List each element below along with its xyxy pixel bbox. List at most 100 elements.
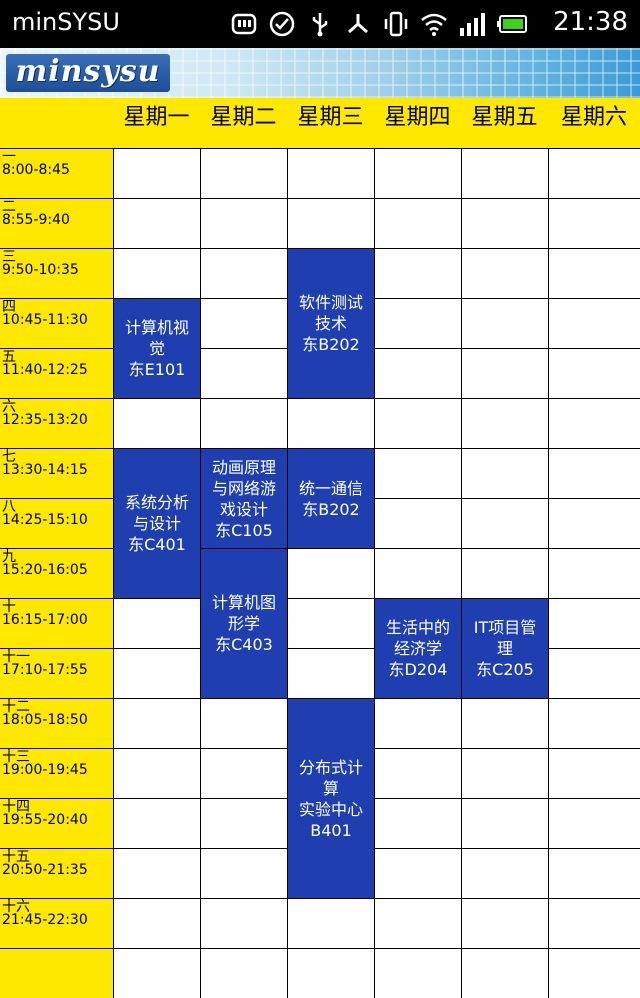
schedule-cell[interactable] (374, 248, 461, 298)
message-icon (231, 13, 257, 35)
schedule-cell[interactable] (461, 848, 548, 898)
schedule-cell[interactable] (113, 898, 200, 948)
schedule-cell[interactable] (461, 148, 548, 198)
schedule-cell[interactable] (461, 548, 548, 598)
schedule-cell[interactable] (548, 798, 640, 848)
schedule-cell[interactable] (374, 948, 461, 998)
schedule-cell[interactable] (461, 398, 548, 448)
schedule-cell[interactable] (287, 548, 374, 598)
schedule-cell[interactable] (200, 298, 287, 348)
schedule-cell[interactable] (113, 748, 200, 798)
schedule-cell[interactable] (461, 448, 548, 498)
schedule-cell[interactable] (287, 948, 374, 998)
schedule-cell[interactable] (374, 748, 461, 798)
schedule-cell[interactable] (113, 848, 200, 898)
schedule-cell[interactable] (113, 598, 200, 648)
period-time: 12:35-13:20 (2, 412, 88, 428)
schedule-cell[interactable] (548, 448, 640, 498)
schedule-cell[interactable] (200, 698, 287, 748)
schedule-cell[interactable] (548, 348, 640, 398)
day-header-6: 星期六 (548, 98, 640, 148)
schedule-cell[interactable] (200, 198, 287, 248)
schedule-cell[interactable] (548, 298, 640, 348)
course-block[interactable]: 生活中的 经济学 东D204 (374, 598, 461, 698)
schedule-cell[interactable] (200, 848, 287, 898)
schedule-cell[interactable] (374, 498, 461, 548)
schedule-cell[interactable] (461, 798, 548, 848)
course-block[interactable]: 统一通信 东B202 (287, 448, 374, 548)
period-time: 14:25-15:10 (2, 512, 88, 528)
schedule-cell[interactable] (461, 498, 548, 548)
schedule-cell[interactable] (548, 398, 640, 448)
schedule-cell[interactable] (200, 948, 287, 998)
schedule-cell[interactable] (374, 398, 461, 448)
schedule-cell[interactable] (200, 348, 287, 398)
schedule-cell[interactable] (113, 948, 200, 998)
schedule-cell[interactable] (461, 348, 548, 398)
course-block[interactable]: 系统分析 与设计 东C401 (113, 448, 200, 598)
schedule-cell[interactable] (461, 198, 548, 248)
course-block[interactable]: 动画原理 与网络游 戏设计 东C105 (200, 448, 287, 548)
schedule-cell[interactable] (200, 898, 287, 948)
schedule-cell[interactable] (548, 248, 640, 298)
schedule-cell[interactable] (287, 598, 374, 648)
schedule-cell[interactable] (113, 148, 200, 198)
schedule-cell[interactable] (113, 248, 200, 298)
schedule-cell[interactable] (200, 748, 287, 798)
period-time: 21:45-22:30 (2, 912, 88, 928)
schedule-cell[interactable] (374, 148, 461, 198)
schedule-cell[interactable] (548, 648, 640, 698)
schedule-cell[interactable] (374, 548, 461, 598)
period-label: 十一 17:10-17:55 (0, 648, 113, 698)
schedule-cell[interactable] (461, 298, 548, 348)
schedule-cell[interactable] (374, 298, 461, 348)
period-label: 二 8:55-9:40 (0, 198, 113, 248)
schedule-cell[interactable] (374, 348, 461, 398)
schedule-cell[interactable] (548, 498, 640, 548)
schedule-cell[interactable] (287, 198, 374, 248)
schedule-cell[interactable] (113, 398, 200, 448)
schedule-cell[interactable] (113, 198, 200, 248)
schedule-cell[interactable] (287, 898, 374, 948)
course-block[interactable]: 分布式计算实验中心 B401 (287, 698, 374, 898)
schedule-cell[interactable] (461, 748, 548, 798)
schedule-cell[interactable] (113, 798, 200, 848)
schedule-cell[interactable] (548, 598, 640, 648)
schedule-cell[interactable] (548, 948, 640, 998)
course-line: 生活中的 (385, 618, 450, 637)
schedule-cell[interactable] (374, 698, 461, 748)
schedule-cell[interactable] (200, 398, 287, 448)
period-label-partial (0, 948, 113, 998)
schedule-cell[interactable] (200, 798, 287, 848)
schedule-cell[interactable] (548, 698, 640, 748)
schedule-cell[interactable] (461, 898, 548, 948)
schedule-cell[interactable] (461, 948, 548, 998)
schedule-cell[interactable] (374, 898, 461, 948)
schedule-cell[interactable] (374, 448, 461, 498)
schedule-cell[interactable] (548, 548, 640, 598)
schedule-cell[interactable] (461, 698, 548, 748)
period-time: 13:30-14:15 (2, 462, 88, 478)
day-header-2: 星期二 (200, 98, 287, 148)
schedule-cell[interactable] (287, 148, 374, 198)
schedule-cell[interactable] (113, 698, 200, 748)
schedule-cell[interactable] (548, 148, 640, 198)
course-block[interactable]: 计算机视觉东E101 (113, 298, 200, 398)
schedule-cell[interactable] (287, 648, 374, 698)
schedule-cell[interactable] (200, 248, 287, 298)
schedule-cell[interactable] (548, 748, 640, 798)
schedule-cell[interactable] (287, 398, 374, 448)
schedule-cell[interactable] (200, 148, 287, 198)
course-block[interactable]: IT项目管理东C205 (461, 598, 548, 698)
schedule-cell[interactable] (374, 848, 461, 898)
schedule-cell[interactable] (548, 898, 640, 948)
schedule-cell[interactable] (548, 198, 640, 248)
course-block[interactable]: 软件测试 技术 东B202 (287, 248, 374, 398)
schedule-cell[interactable] (374, 198, 461, 248)
course-block[interactable]: 计算机图 形学 东C403 (200, 548, 287, 698)
period-label: 十三 19:00-19:45 (0, 748, 113, 798)
schedule-cell[interactable] (548, 848, 640, 898)
schedule-cell[interactable] (113, 648, 200, 698)
schedule-cell[interactable] (374, 798, 461, 848)
schedule-cell[interactable] (461, 248, 548, 298)
